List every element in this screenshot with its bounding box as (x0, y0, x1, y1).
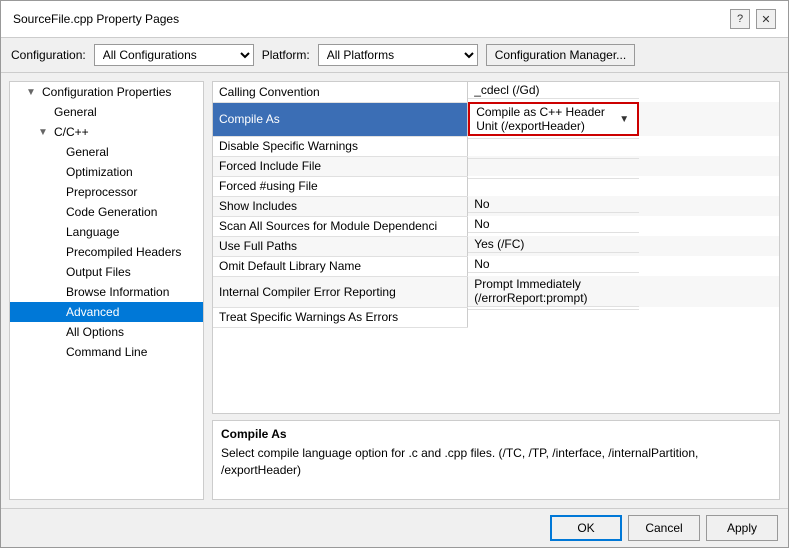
properties-table-container: Calling Convention_cdecl (/Gd)Compile As… (212, 81, 780, 414)
dropdown-arrow-icon[interactable]: ▼ (617, 114, 631, 125)
tree-item-label: General (54, 105, 97, 119)
tree-item-label: Preprocessor (66, 185, 137, 199)
properties-table: Calling Convention_cdecl (/Gd)Compile As… (213, 82, 779, 328)
prop-value: No (468, 256, 639, 273)
prop-name: Compile As (213, 102, 468, 136)
table-row[interactable]: Forced Include File (213, 156, 779, 176)
tree-panel: ▼Configuration Properties General ▼C/C++ Ge… (9, 81, 204, 500)
table-row[interactable]: Disable Specific Warnings (213, 136, 779, 156)
prop-value: Compile as C++ Header Unit (/exportHeade… (468, 102, 639, 136)
prop-name: Disable Specific Warnings (213, 136, 468, 156)
title-bar-buttons: ? ✕ (730, 9, 776, 29)
prop-value: No (468, 196, 639, 213)
table-row[interactable]: Scan All Sources for Module DependenciNo (213, 216, 779, 236)
tree-item[interactable]: All Options (10, 322, 203, 342)
prop-value: Yes (/FC) (468, 236, 639, 253)
tree-item-label: General (66, 145, 109, 159)
prop-name: Calling Convention (213, 82, 468, 102)
table-row[interactable]: Compile AsCompile as C++ Header Unit (/e… (213, 102, 779, 136)
tree-item[interactable]: ▼Configuration Properties (10, 82, 203, 102)
tree-item-label: C/C++ (54, 125, 89, 139)
tree-item[interactable]: Output Files (10, 262, 203, 282)
tree-item-label: Browse Information (66, 285, 169, 299)
table-row[interactable]: Forced #using File (213, 176, 779, 196)
tree-item-label: Code Generation (66, 205, 157, 219)
table-row[interactable]: Treat Specific Warnings As Errors (213, 307, 779, 327)
tree-item[interactable]: ▼C/C++ (10, 122, 203, 142)
config-manager-button[interactable]: Configuration Manager... (486, 44, 635, 66)
tree-item-label: Output Files (66, 265, 131, 279)
platform-select[interactable]: All Platforms (318, 44, 478, 66)
table-row[interactable]: Show IncludesNo (213, 196, 779, 216)
prop-name: Show Includes (213, 196, 468, 216)
toolbar: Configuration: All Configurations Platfo… (1, 38, 788, 73)
table-row[interactable]: Calling Convention_cdecl (/Gd) (213, 82, 779, 102)
button-row: OK Cancel Apply (1, 508, 788, 547)
prop-name: Treat Specific Warnings As Errors (213, 307, 468, 327)
prop-name: Omit Default Library Name (213, 256, 468, 276)
description-title: Compile As (221, 427, 771, 441)
tree-item-label: Configuration Properties (42, 85, 171, 99)
prop-name: Forced #using File (213, 176, 468, 196)
config-label: Configuration: (11, 48, 86, 62)
table-row[interactable]: Use Full PathsYes (/FC) (213, 236, 779, 256)
tree-item[interactable]: Precompiled Headers (10, 242, 203, 262)
tree-item[interactable]: Browse Information (10, 282, 203, 302)
tree-item[interactable]: Language (10, 222, 203, 242)
config-select[interactable]: All Configurations (94, 44, 254, 66)
prop-name: Scan All Sources for Module Dependenci (213, 216, 468, 236)
tree-item[interactable]: Optimization (10, 162, 203, 182)
prop-value (468, 176, 639, 179)
prop-value (468, 307, 639, 310)
prop-value: _cdecl (/Gd) (468, 82, 639, 99)
prop-name: Internal Compiler Error Reporting (213, 276, 468, 307)
tree-item[interactable]: General (10, 142, 203, 162)
description-panel: Compile As Select compile language optio… (212, 420, 780, 500)
tree-item[interactable]: General (10, 102, 203, 122)
platform-label: Platform: (262, 48, 310, 62)
prop-name: Use Full Paths (213, 236, 468, 256)
help-button[interactable]: ? (730, 9, 750, 29)
tree-item-label: All Options (66, 325, 124, 339)
prop-name: Forced Include File (213, 156, 468, 176)
description-text: Select compile language option for .c an… (221, 445, 771, 479)
tree-item-label: Advanced (66, 305, 119, 319)
tree-item[interactable]: Command Line (10, 342, 203, 362)
tree-item-label: Language (66, 225, 119, 239)
property-pages-dialog: SourceFile.cpp Property Pages ? ✕ Config… (0, 0, 789, 548)
apply-button[interactable]: Apply (706, 515, 778, 541)
cancel-button[interactable]: Cancel (628, 515, 700, 541)
table-row[interactable]: Omit Default Library NameNo (213, 256, 779, 276)
tree-item[interactable]: Code Generation (10, 202, 203, 222)
tree-item[interactable]: Advanced (10, 302, 203, 322)
main-content: ▼Configuration PropertiesGeneral▼C/C++Ge… (1, 73, 788, 508)
table-row[interactable]: Internal Compiler Error ReportingPrompt … (213, 276, 779, 307)
tree-item-label: Command Line (66, 345, 147, 359)
tree-item[interactable]: Preprocessor (10, 182, 203, 202)
prop-value (468, 136, 639, 139)
title-bar: SourceFile.cpp Property Pages ? ✕ (1, 1, 788, 38)
tree-item-label: Precompiled Headers (66, 245, 181, 259)
dialog-title: SourceFile.cpp Property Pages (13, 12, 179, 26)
prop-value: No (468, 216, 639, 233)
prop-value: Prompt Immediately (/errorReport:prompt) (468, 276, 639, 307)
prop-value (468, 156, 639, 159)
properties-panel: Calling Convention_cdecl (/Gd)Compile As… (212, 81, 780, 500)
tree-item-label: Optimization (66, 165, 133, 179)
ok-button[interactable]: OK (550, 515, 622, 541)
close-button[interactable]: ✕ (756, 9, 776, 29)
